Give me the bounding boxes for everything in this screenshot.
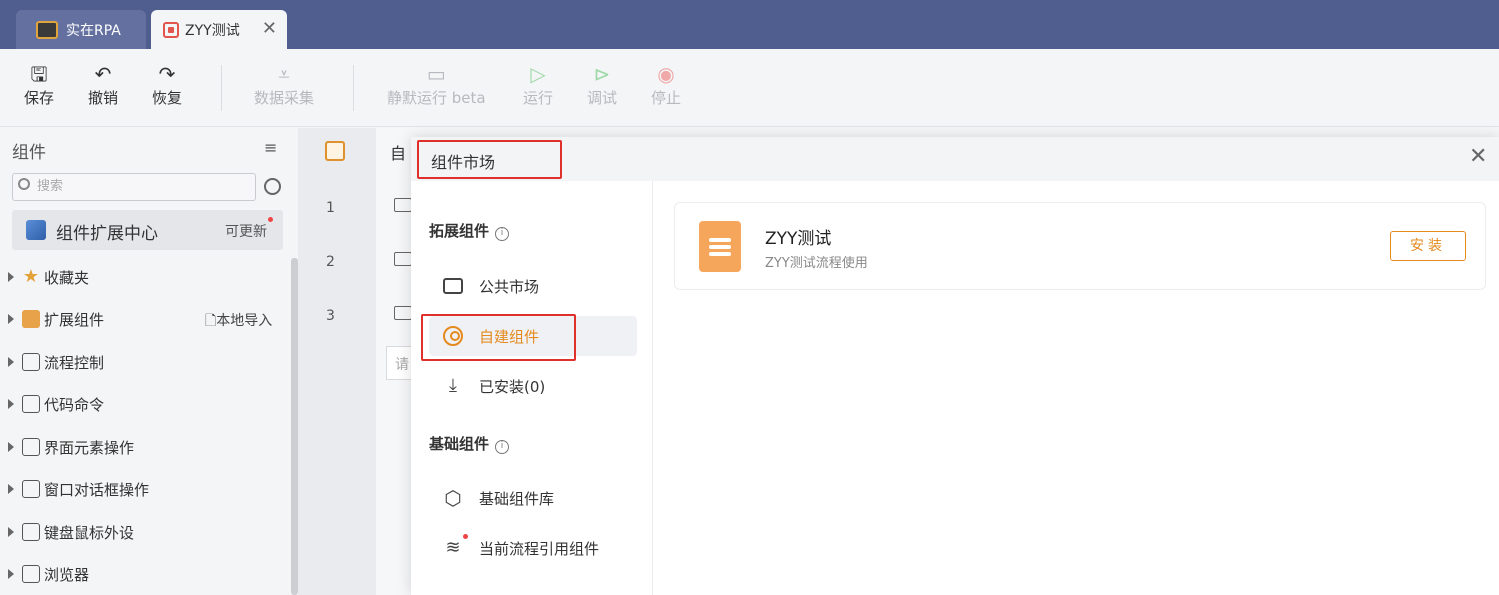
- debug-button[interactable]: ⊳ 调试: [587, 61, 617, 108]
- history-icon[interactable]: [264, 178, 281, 195]
- panel-title: 组件: [12, 143, 46, 163]
- mouse-icon: [22, 523, 40, 541]
- redo-button[interactable]: ↷ 恢复: [152, 61, 182, 108]
- gutter: [298, 128, 376, 595]
- close-icon[interactable]: ✕: [1469, 146, 1487, 168]
- file-import-icon: 🗋: [205, 313, 217, 329]
- folder-icon: [394, 198, 412, 212]
- extension-center-button[interactable]: 组件扩展中心 可更新: [12, 210, 283, 250]
- component-panel: 组件 ≡ 搜索 组件扩展中心 可更新 ★ 收藏夹 扩展组件 🗋本地导入 流程控制…: [0, 128, 298, 595]
- store-icon: [443, 278, 463, 294]
- expand-arrow-icon: [8, 527, 14, 537]
- expand-arrow-icon: [8, 357, 14, 367]
- tree-item-keyboard-mouse[interactable]: 键盘鼠标外设: [8, 520, 134, 544]
- local-import-button[interactable]: 🗋本地导入: [205, 310, 272, 334]
- update-label: 可更新: [225, 224, 267, 240]
- title-bar: 实在RPA ZYY测试 ✕: [0, 0, 1499, 49]
- tab-label: 实在RPA: [66, 22, 121, 39]
- terminal-icon: [22, 395, 40, 413]
- line-number: 1: [326, 200, 335, 216]
- market-nav: 拓展组件 i 公共市场 自建组件 ⤓ 已安装(0) 基础组件 i ⬡ 基础组件库 ≋…: [411, 181, 653, 595]
- flow-icon: [22, 353, 40, 371]
- tab-close-icon[interactable]: ✕: [262, 18, 277, 39]
- dialog-header: 组件市场 ✕: [411, 137, 1499, 181]
- info-icon[interactable]: i: [495, 227, 510, 241]
- debug-icon: ⊳: [593, 62, 611, 86]
- line-number: 3: [326, 308, 335, 324]
- component-title: ZYY测试: [765, 229, 832, 249]
- play-icon: ▷: [530, 62, 546, 86]
- expand-arrow-icon: [8, 442, 14, 452]
- save-button[interactable]: 🖫 保存: [24, 61, 54, 108]
- star-icon: ★: [22, 266, 40, 287]
- tree-item-favorites[interactable]: ★ 收藏夹: [8, 265, 89, 289]
- nav-current-references[interactable]: ≋ 当前流程引用组件: [429, 528, 637, 568]
- toolbar-divider: [221, 65, 222, 111]
- tab-app-home[interactable]: 实在RPA: [16, 10, 146, 49]
- tree-item-ui-elements[interactable]: 界面元素操作: [8, 435, 134, 459]
- component-market-dialog: 组件市场 ✕ 拓展组件 i 公共市场 自建组件 ⤓ 已安装(0) 基础组件 i ⬡ …: [411, 137, 1499, 595]
- info-icon[interactable]: i: [495, 440, 510, 454]
- search-icon: [18, 178, 30, 190]
- layers-icon: ≋: [443, 534, 468, 558]
- browser-icon: [22, 565, 40, 583]
- update-dot: [268, 217, 273, 222]
- nav-public-market[interactable]: 公共市场: [429, 266, 637, 306]
- window-icon: [22, 438, 40, 456]
- notification-dot: [463, 534, 468, 539]
- expand-arrow-icon: [8, 272, 14, 282]
- package-icon: [22, 310, 40, 328]
- component-description: ZYY测试流程使用: [765, 256, 868, 271]
- tab-process[interactable]: ZYY测试 ✕: [151, 10, 287, 49]
- run-button[interactable]: ▷ 运行: [523, 61, 553, 108]
- tree-item-code-commands[interactable]: 代码命令: [8, 392, 104, 416]
- process-icon: [163, 21, 179, 38]
- folder-icon: [394, 306, 412, 320]
- tree-item-flow-control[interactable]: 流程控制: [8, 350, 104, 374]
- undo-button[interactable]: ↶ 撤销: [88, 61, 118, 108]
- toolbar: 🖫 保存 ↶ 撤销 ↷ 恢复 ⩡ 数据采集 ▭ 静默运行 beta ▷ 运行 ⊳…: [0, 49, 1499, 127]
- editor-header: 自: [390, 144, 407, 163]
- component-package-icon: [699, 221, 741, 272]
- toolbar-divider: [353, 65, 354, 111]
- tree-item-extensions[interactable]: 扩展组件: [8, 307, 104, 331]
- layers-icon: [26, 220, 46, 240]
- section-extension: 拓展组件 i: [429, 220, 510, 241]
- panel-scrollbar[interactable]: [291, 258, 298, 595]
- silent-run-button[interactable]: ▭ 静默运行 beta: [387, 61, 486, 108]
- monitor-play-icon: ▭: [426, 62, 446, 86]
- nav-basic-library[interactable]: ⬡ 基础组件库: [429, 478, 637, 518]
- redo-icon: ↷: [158, 62, 176, 86]
- data-collect-button[interactable]: ⩡ 数据采集: [254, 61, 314, 108]
- stop-button[interactable]: ◉ 停止: [651, 61, 681, 108]
- expand-arrow-icon: [8, 314, 14, 324]
- sort-icon[interactable]: ≡: [264, 138, 277, 157]
- save-icon: 🖫: [30, 62, 48, 86]
- tree-item-browser[interactable]: 浏览器: [8, 562, 89, 586]
- tab-label: ZYY测试: [185, 22, 240, 39]
- folder-icon: [394, 252, 412, 266]
- tree-item-window-dialog[interactable]: 窗口对话框操作: [8, 477, 149, 501]
- dialog-icon: [22, 480, 40, 498]
- section-basic: 基础组件 i: [429, 433, 510, 454]
- rpa-logo-icon: [36, 20, 58, 39]
- data-collect-icon: ⩡: [278, 62, 290, 86]
- expand-arrow-icon: [8, 399, 14, 409]
- line-number: 2: [326, 254, 335, 270]
- expand-arrow-icon: [8, 569, 14, 579]
- undo-icon: ↶: [94, 62, 112, 86]
- code-icon[interactable]: [325, 141, 345, 161]
- download-icon: ⤓: [449, 375, 457, 396]
- component-card[interactable]: ZYY测试 ZYY测试流程使用 安装: [674, 202, 1486, 290]
- title-highlight-box: [417, 140, 562, 179]
- nav-installed[interactable]: ⤓ 已安装(0): [429, 366, 637, 406]
- search-input[interactable]: 搜索: [12, 173, 256, 201]
- hexagon-icon: ⬡: [444, 486, 462, 510]
- nav-highlight-box: [421, 314, 576, 361]
- stop-icon: ◉: [657, 62, 675, 86]
- install-button[interactable]: 安装: [1390, 231, 1466, 261]
- expand-arrow-icon: [8, 484, 14, 494]
